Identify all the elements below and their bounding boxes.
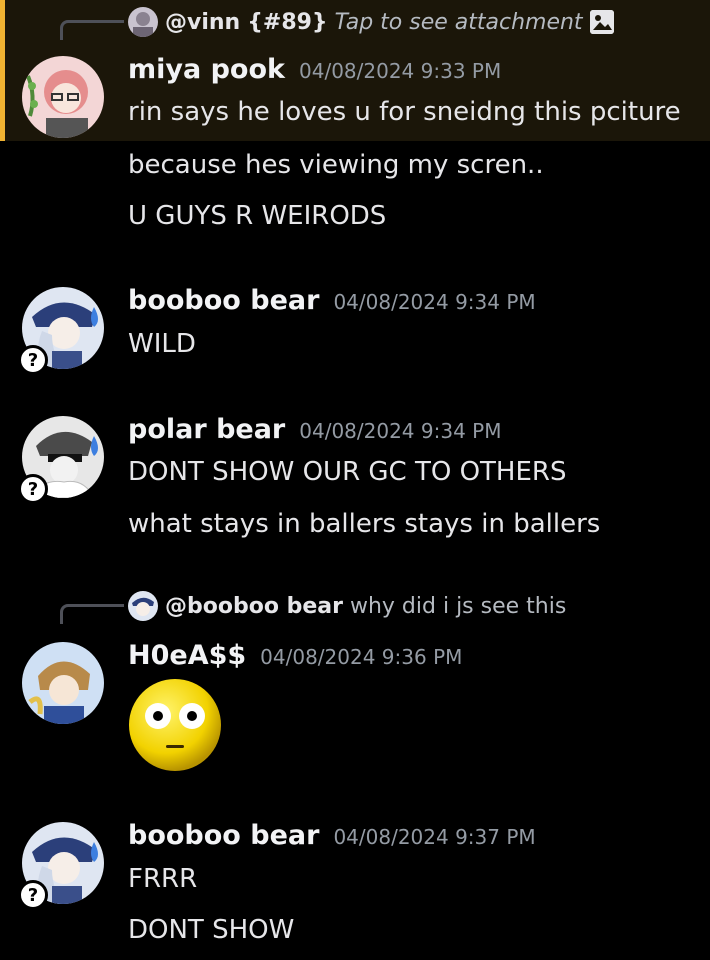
message-header: booboo bear 04/08/2024 9:37 PM: [128, 820, 536, 851]
reply-preview[interactable]: @booboo bear why did i js see this: [128, 590, 566, 622]
reply-connector: [60, 604, 124, 624]
message-text: DONT SHOW OUR GC TO OTHERS: [128, 457, 567, 487]
flushed-emoji[interactable]: [128, 678, 222, 772]
message-text: WILD: [128, 329, 196, 359]
image-icon: [589, 10, 614, 34]
username[interactable]: booboo bear: [128, 285, 319, 316]
message-text: what stays in ballers stays in ballers: [128, 509, 601, 539]
username[interactable]: H0eA$$: [128, 640, 246, 671]
message-text: DONT SHOW: [128, 915, 295, 945]
unknown-badge-icon: ?: [18, 345, 48, 375]
reply-tag: {#89}: [247, 9, 328, 35]
timestamp: 04/08/2024 9:37 PM: [333, 825, 536, 849]
unknown-badge-icon: ?: [18, 474, 48, 504]
avatar[interactable]: [22, 56, 104, 138]
timestamp: 04/08/2024 9:34 PM: [333, 290, 536, 314]
reply-avatar: [128, 7, 158, 37]
username[interactable]: booboo bear: [128, 820, 319, 851]
timestamp: 04/08/2024 9:33 PM: [299, 59, 502, 83]
timestamp: 04/08/2024 9:36 PM: [260, 645, 463, 669]
reply-connector: [60, 20, 124, 40]
timestamp: 04/08/2024 9:34 PM: [299, 419, 502, 443]
message-text: because hes viewing my scren..: [128, 150, 544, 180]
message-text: U GUYS R WEIRODS: [128, 201, 387, 231]
message-header: miya pook 04/08/2024 9:33 PM: [128, 54, 501, 85]
reply-mention[interactable]: @vinn: [165, 10, 240, 35]
reply-mention[interactable]: @booboo bear: [165, 594, 343, 619]
message-header: booboo bear 04/08/2024 9:34 PM: [128, 285, 536, 316]
reply-preview[interactable]: @vinn {#89} Tap to see attachment: [128, 6, 614, 38]
username[interactable]: polar bear: [128, 414, 285, 445]
reply-avatar: [128, 591, 158, 621]
reply-text[interactable]: why did i js see this: [350, 594, 566, 619]
username[interactable]: miya pook: [128, 54, 285, 85]
message-text: rin says he loves u for sneidng this pci…: [128, 97, 681, 127]
message-text: FRRR: [128, 864, 198, 894]
message-header: H0eA$$ 04/08/2024 9:36 PM: [128, 640, 462, 671]
unknown-badge-icon: ?: [18, 880, 48, 910]
avatar[interactable]: [22, 642, 104, 724]
message-header: polar bear 04/08/2024 9:34 PM: [128, 414, 501, 445]
reply-text[interactable]: Tap to see attachment: [335, 10, 583, 35]
